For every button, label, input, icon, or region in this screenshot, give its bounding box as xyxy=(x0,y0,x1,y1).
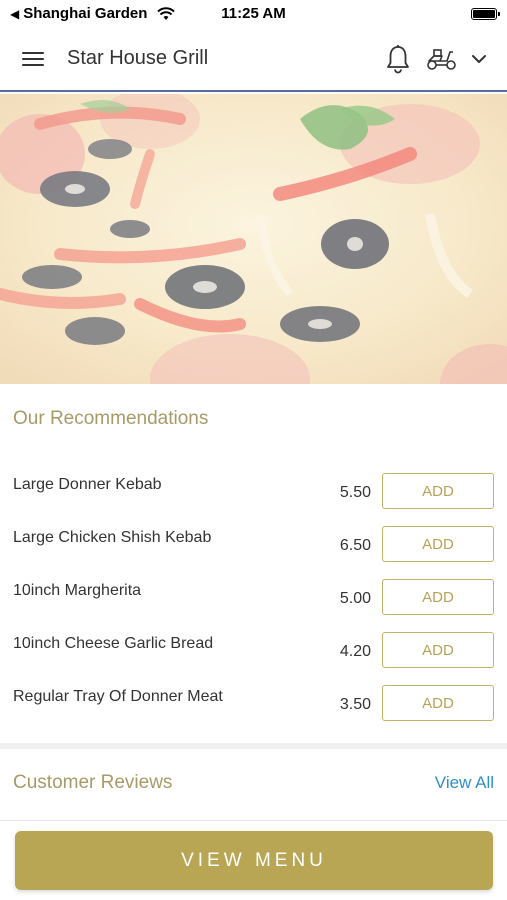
hero-pizza-image xyxy=(0,94,507,384)
item-price: 3.50 xyxy=(339,696,371,713)
recommendation-item: Large Chicken Shish Kebab 6.50 ADD xyxy=(0,526,507,582)
view-menu-button[interactable]: VIEW MENU xyxy=(15,831,493,890)
section-divider xyxy=(0,743,507,749)
pizza-illustration xyxy=(0,94,507,384)
item-name: 10inch Cheese Garlic Bread xyxy=(13,635,214,652)
item-price: 4.20 xyxy=(339,643,371,660)
item-price: 5.50 xyxy=(339,484,371,501)
item-name: 10inch Margherita xyxy=(13,582,142,599)
item-price: 5.00 xyxy=(339,590,371,607)
item-name: Large Chicken Shish Kebab xyxy=(13,529,212,546)
app-header: Star House Grill xyxy=(0,28,507,92)
item-price: 6.50 xyxy=(339,537,371,554)
add-button[interactable]: ADD xyxy=(382,685,494,721)
recommendation-item: 10inch Cheese Garlic Bread 4.20 ADD xyxy=(0,632,507,688)
recommendation-item: 10inch Margherita 5.00 ADD xyxy=(0,579,507,635)
delivery-scooter-icon[interactable] xyxy=(426,46,458,72)
status-time: 11:25 AM xyxy=(221,5,286,22)
add-button[interactable]: ADD xyxy=(382,473,494,509)
item-name: Regular Tray Of Donner Meat xyxy=(13,688,223,705)
item-name: Large Donner Kebab xyxy=(13,476,162,493)
recommendation-item: Large Donner Kebab 5.50 ADD xyxy=(0,473,507,529)
menu-icon[interactable] xyxy=(22,50,46,68)
footer-divider xyxy=(0,820,507,821)
battery-icon xyxy=(471,8,500,20)
recommendations-title: Our Recommendations xyxy=(13,408,209,429)
bell-icon[interactable] xyxy=(384,44,412,74)
view-all-link[interactable]: View All xyxy=(435,773,494,793)
restaurant-title: Star House Grill xyxy=(67,47,209,69)
add-button[interactable]: ADD xyxy=(382,632,494,668)
recommendation-item: Regular Tray Of Donner Meat 3.50 ADD xyxy=(0,685,507,741)
status-bar: ◀ Shanghai Garden 11:25 AM xyxy=(0,0,507,28)
add-button[interactable]: ADD xyxy=(382,526,494,562)
add-button[interactable]: ADD xyxy=(382,579,494,615)
chevron-down-icon[interactable] xyxy=(470,50,488,68)
reviews-title: Customer Reviews xyxy=(13,772,173,793)
